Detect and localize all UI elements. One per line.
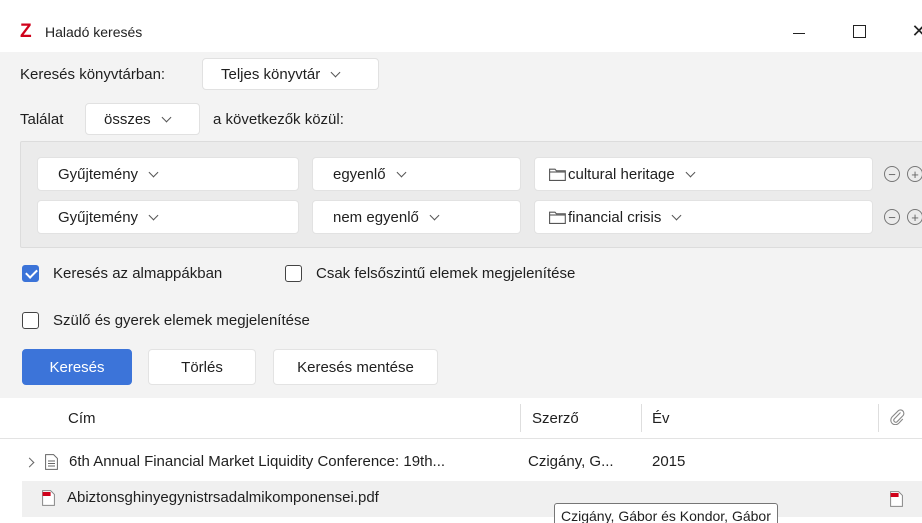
parent-child-checkbox[interactable] [22, 312, 39, 329]
results-table: Cím Szerző Év 6th Annual Financial Marke… [0, 398, 922, 523]
window-title: Haladó keresés [45, 24, 143, 40]
row-creator: Czigány, G... [528, 453, 614, 470]
remove-condition-button[interactable]: − [884, 209, 900, 225]
condition-field-value: Gyűjtemény [58, 208, 139, 226]
top-level-only-checkbox[interactable] [285, 265, 302, 282]
chevron-down-icon [429, 210, 440, 220]
table-row[interactable]: 6th Annual Financial Market Liquidity Co… [0, 445, 922, 481]
remove-condition-button[interactable]: − [884, 166, 900, 182]
plus-circle-icon: + [911, 209, 919, 225]
save-search-button[interactable]: Keresés mentése [273, 349, 438, 385]
zotero-logo-icon: Z [20, 21, 32, 42]
condition-1-value-dropdown[interactable]: cultural heritage [534, 157, 873, 191]
condition-value: cultural heritage [568, 165, 675, 183]
search-subcollections-label: Keresés az almappákban [53, 265, 223, 282]
library-scope-dropdown[interactable]: Teljes könyvtár [202, 58, 379, 90]
row-title: Abiztonsghinyegynistrsadalmikomponensei.… [67, 489, 379, 506]
chevron-down-icon [685, 167, 696, 177]
minus-circle-icon: − [888, 209, 896, 225]
add-condition-button[interactable]: + [907, 209, 922, 225]
expand-chevron-icon[interactable] [24, 457, 35, 468]
creator-tooltip: Czigány, Gábor és Kondor, Gábor [554, 503, 778, 523]
search-button[interactable]: Keresés [22, 349, 132, 385]
column-resize-handle[interactable] [520, 404, 521, 432]
table-row[interactable]: Abiztonsghinyegynistrsadalmikomponensei.… [22, 481, 922, 517]
add-condition-button[interactable]: + [907, 166, 922, 182]
condition-1-operator-dropdown[interactable]: egyenlő [312, 157, 521, 191]
chevron-down-icon [148, 210, 159, 220]
chevron-down-icon [396, 167, 406, 177]
clear-button[interactable]: Törlés [148, 349, 256, 385]
document-icon [45, 454, 58, 474]
condition-field-value: Gyűjtemény [58, 165, 139, 183]
minimize-button[interactable] [776, 14, 822, 48]
column-header-creator[interactable]: Szerző [532, 398, 579, 438]
pdf-icon[interactable] [890, 491, 903, 511]
chevron-down-icon [161, 112, 172, 122]
search-subcollections-checkbox[interactable] [22, 265, 39, 282]
close-button[interactable]: ✕ [896, 14, 922, 48]
match-suffix-label: a következők közül: [213, 111, 344, 128]
parent-child-label: Szülő és gyerek elemek megjelenítése [53, 312, 310, 329]
title-bar: Z Haladó keresés ✕ [0, 0, 922, 52]
condition-2-value-dropdown[interactable]: financial crisis [534, 200, 873, 234]
row-year: 2015 [652, 453, 686, 470]
column-resize-handle[interactable] [641, 404, 642, 432]
close-icon: ✕ [911, 20, 922, 41]
column-header-attachments[interactable] [889, 398, 905, 438]
column-header-year[interactable]: Év [652, 398, 670, 438]
folder-icon [549, 211, 566, 224]
condition-2-field-dropdown[interactable]: Gyűjtemény [37, 200, 299, 234]
condition-operator-value: egyenlő [333, 165, 386, 183]
library-scope-label: Keresés könyvtárban: [20, 66, 166, 83]
chevron-down-icon [671, 210, 682, 220]
header-divider [0, 438, 922, 439]
top-level-only-label: Csak felsőszintű elemek megjelenítése [316, 265, 576, 282]
condition-value: financial crisis [568, 208, 662, 226]
match-mode-dropdown[interactable]: összes [85, 103, 200, 135]
condition-operator-value: nem egyenlő [333, 208, 419, 226]
conditions-panel: Gyűjtemény egyenlő cultural heritage − +… [20, 141, 922, 248]
maximize-button[interactable] [836, 14, 882, 48]
condition-1-field-dropdown[interactable]: Gyűjtemény [37, 157, 299, 191]
match-label: Találat [20, 111, 64, 128]
pdf-icon [42, 490, 55, 510]
column-resize-handle[interactable] [878, 404, 879, 432]
chevron-down-icon [148, 167, 159, 177]
column-header-title[interactable]: Cím [68, 398, 96, 438]
match-mode-value: összes [104, 110, 151, 128]
folder-icon [549, 168, 566, 181]
row-title: 6th Annual Financial Market Liquidity Co… [69, 453, 446, 470]
chevron-down-icon [330, 67, 341, 77]
paperclip-icon [889, 407, 905, 429]
minus-circle-icon: − [888, 166, 896, 182]
library-scope-value: Teljes könyvtár [221, 65, 321, 83]
condition-2-operator-dropdown[interactable]: nem egyenlő [312, 200, 521, 234]
plus-circle-icon: + [911, 166, 919, 182]
